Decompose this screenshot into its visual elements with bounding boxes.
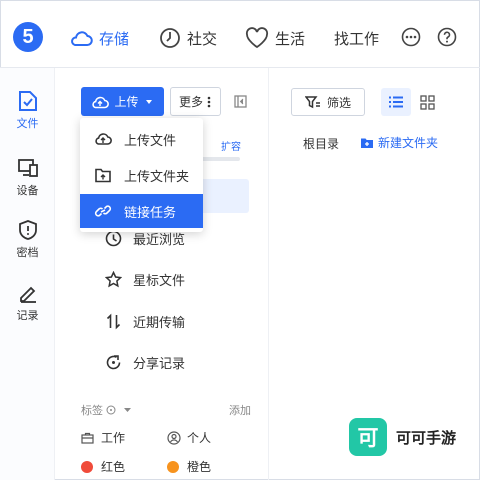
dropdown-item-upload-folder[interactable]: 上传文件夹: [80, 158, 203, 192]
new-folder-label: 新建文件夹: [378, 136, 439, 150]
rail-item-devices[interactable]: 设备: [0, 157, 55, 198]
dropdown-item-label: 上传文件: [124, 132, 177, 148]
nav-label: 生活: [275, 30, 306, 48]
filter-icon: [304, 96, 320, 109]
share-icon: [106, 355, 121, 370]
recent-icon: [105, 230, 122, 247]
rail-label: 设备: [16, 185, 39, 197]
new-folder-button[interactable]: 新建文件夹: [360, 134, 438, 151]
add-tag-link[interactable]: 添加: [229, 402, 251, 418]
upload-button[interactable]: 上传: [81, 87, 164, 116]
nav-label: 找工作: [334, 30, 380, 48]
filter-label: 筛选: [326, 95, 351, 110]
caret-down-icon: [145, 99, 152, 104]
collapse-panel-icon[interactable]: [234, 95, 247, 108]
upload-file-icon: [95, 133, 112, 145]
tags-header-label: 标签: [81, 405, 103, 417]
menu-item-label: 近期传输: [133, 315, 186, 330]
tag-info-icon[interactable]: [106, 405, 116, 415]
tag-work[interactable]: 工作: [81, 429, 125, 446]
tag-label: 工作: [101, 431, 126, 445]
rail-label: 记录: [16, 310, 39, 322]
person-icon: [167, 430, 181, 445]
app-logo[interactable]: 5: [13, 22, 43, 52]
link-icon: [94, 205, 112, 217]
briefcase-icon: [81, 432, 94, 444]
rail-item-files[interactable]: 文件: [0, 90, 55, 131]
watermark: 可 可可手游: [349, 418, 456, 456]
left-rail: 文件 设备 密档 记录: [0, 68, 55, 480]
upload-label: 上传: [114, 95, 139, 109]
caret-down-icon[interactable]: [123, 407, 132, 414]
nav-label: 存储: [99, 30, 130, 48]
tags-header: 标签 添加: [81, 402, 251, 418]
dropdown-item-upload-file[interactable]: 上传文件: [80, 122, 203, 156]
grid-view-button[interactable]: [412, 88, 442, 116]
transfer-icon: [106, 313, 121, 330]
new-folder-icon: [361, 138, 373, 148]
clock-icon: [160, 28, 180, 48]
dropdown-item-label: 上传文件夹: [124, 168, 190, 184]
rail-label: 密档: [16, 247, 39, 259]
file-icon: [18, 91, 37, 111]
star-icon: [105, 271, 122, 288]
upload-folder-icon: [95, 168, 111, 183]
tag-label: 红色: [101, 460, 126, 474]
watermark-logo: 可: [349, 418, 387, 456]
menu-item-label: 分享记录: [133, 356, 186, 371]
tag-personal[interactable]: 个人: [167, 429, 211, 446]
more-button[interactable]: 更多: [170, 87, 221, 116]
red-dot-icon: [81, 460, 93, 473]
tag-red[interactable]: 红色: [81, 458, 125, 475]
filter-button[interactable]: 筛选: [291, 88, 365, 116]
storage-usage-bar: [200, 157, 240, 161]
expand-storage-link[interactable]: 扩容: [221, 138, 241, 153]
vertical-dots-icon: [207, 96, 211, 107]
panel-divider: [268, 68, 269, 480]
dropdown-item-label: 链接任务: [124, 204, 177, 220]
list-view-icon: [389, 96, 403, 108]
more-label: 更多: [178, 95, 203, 109]
nav-label: 社交: [187, 30, 218, 48]
nav-storage[interactable]: 存储: [69, 25, 129, 51]
device-icon: [17, 159, 38, 177]
orange-dot-icon: [167, 460, 179, 473]
watermark-text: 可可手游: [396, 429, 457, 447]
menu-item-starred[interactable]: 星标文件: [105, 270, 185, 289]
dropdown-item-link-task[interactable]: 链接任务: [80, 194, 203, 228]
breadcrumb-root[interactable]: 根目录: [303, 135, 339, 152]
rail-label: 文件: [16, 118, 39, 130]
tag-orange[interactable]: 橙色: [167, 458, 211, 475]
tag-label: 个人: [187, 431, 212, 445]
rail-item-vault[interactable]: 密档: [0, 219, 55, 260]
top-bar: 5 存储 社交 生活 找工作: [0, 0, 480, 68]
heart-icon: [245, 27, 269, 49]
pen-icon: [19, 286, 36, 303]
rail-item-records[interactable]: 记录: [0, 282, 55, 323]
tag-label: 橙色: [187, 460, 212, 474]
upload-cloud-icon: [92, 96, 110, 108]
nav-life[interactable]: 生活: [245, 25, 305, 51]
cloud-icon: [71, 31, 93, 46]
list-view-button[interactable]: [381, 88, 411, 116]
menu-item-shares[interactable]: 分享记录: [105, 353, 185, 372]
nav-jobs[interactable]: 找工作: [334, 25, 379, 51]
menu-item-label: 星标文件: [133, 273, 186, 288]
upload-dropdown-menu: 上传文件 上传文件夹 链接任务: [80, 118, 203, 232]
shield-icon: [18, 220, 37, 240]
nav-social[interactable]: 社交: [159, 25, 217, 51]
grid-view-icon: [419, 94, 435, 110]
more-icon[interactable]: [401, 27, 421, 47]
help-icon[interactable]: [437, 27, 457, 47]
menu-item-transfers[interactable]: 近期传输: [105, 312, 185, 331]
